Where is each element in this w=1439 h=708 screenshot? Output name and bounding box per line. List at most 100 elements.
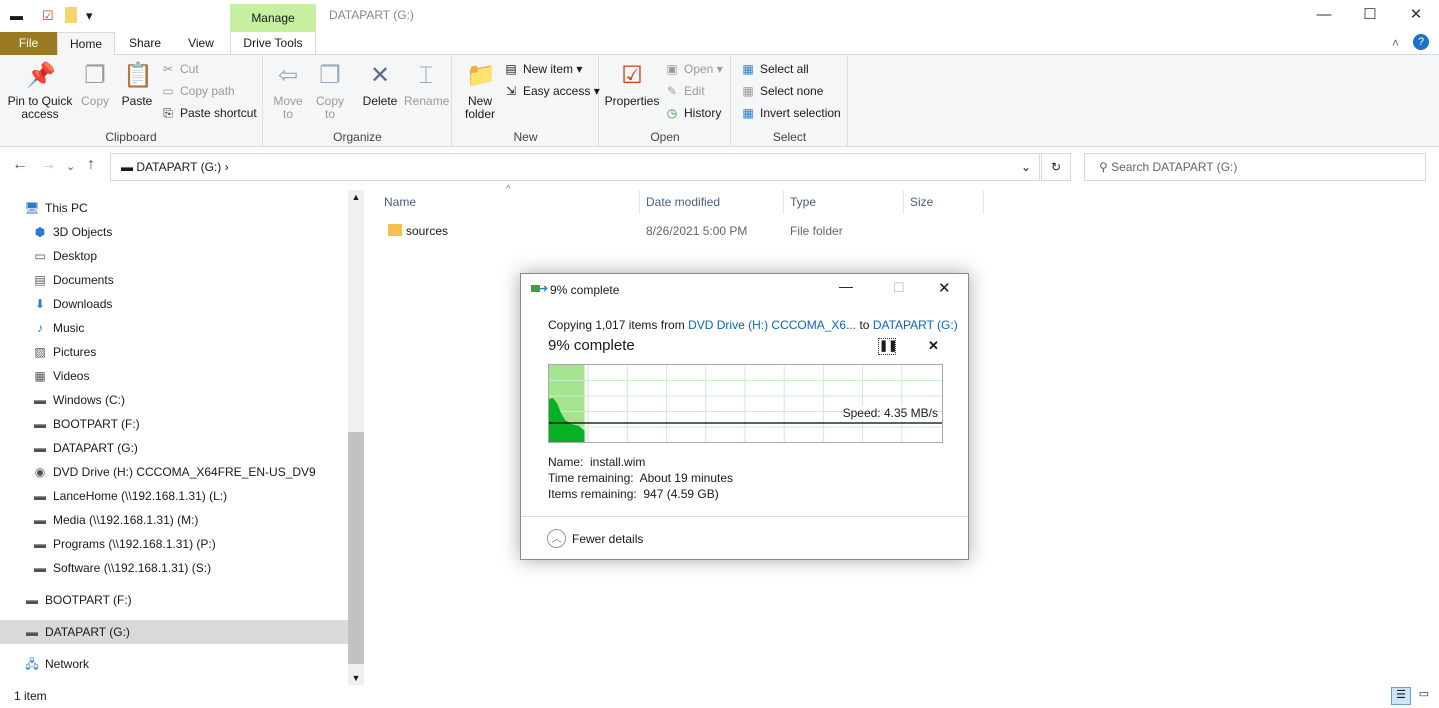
- network-drive-icon: ▬: [34, 489, 46, 503]
- nav-item[interactable]: ▬ BOOTPART (F:): [0, 588, 348, 612]
- scrollbar-thumb[interactable]: [348, 432, 364, 664]
- rename-button[interactable]: ⌶ Rename: [404, 61, 450, 108]
- forward-button[interactable]: →: [40, 156, 56, 174]
- up-button[interactable]: ↑: [87, 156, 95, 174]
- search-input[interactable]: ⚲ Search DATAPART (G:): [1084, 153, 1426, 181]
- chevron-right-icon[interactable]: ›: [225, 160, 229, 174]
- tab-file[interactable]: File: [0, 32, 57, 55]
- destination-link[interactable]: DATAPART (G:): [873, 318, 958, 332]
- move-to-button[interactable]: ⇦ Move to: [270, 61, 306, 121]
- rename-icon: ⌶: [418, 62, 434, 89]
- speed-label: Speed: 4.35 MB/s: [842, 406, 938, 420]
- delete-button[interactable]: ✕ Delete: [360, 61, 400, 108]
- search-placeholder: Search DATAPART (G:): [1111, 160, 1238, 174]
- fewer-details-button[interactable]: Fewer details: [572, 532, 643, 546]
- column-name[interactable]: Name: [378, 190, 640, 214]
- nav-item-label: BOOTPART (F:): [45, 593, 132, 607]
- source-link[interactable]: DVD Drive (H:) CCCOMA_X6...: [688, 318, 856, 332]
- nav-item[interactable]: ▬ Software (\\192.168.1.31) (S:): [0, 556, 348, 580]
- copy-button[interactable]: ❐ Copy: [78, 61, 112, 108]
- easy-access-button[interactable]: ⇲ Easy access ▾: [503, 81, 600, 101]
- nav-item-label: Downloads: [53, 297, 113, 311]
- edit-button[interactable]: ✎ Edit: [664, 81, 705, 101]
- nav-item[interactable]: ◉ DVD Drive (H:) CCCOMA_X64FRE_EN-US_DV9: [0, 460, 348, 484]
- network-drive-icon: ▬: [34, 537, 46, 551]
- new-folder-button[interactable]: 📁 New folder: [461, 61, 499, 121]
- invert-selection-label: Invert selection: [760, 106, 841, 120]
- breadcrumb-path[interactable]: DATAPART (G:): [136, 160, 221, 174]
- copy-to-button[interactable]: ❐ Copy to: [312, 61, 348, 121]
- nav-item[interactable]: 🖥 This PC: [0, 196, 348, 220]
- dialog-minimize-button[interactable]: —: [839, 278, 853, 294]
- invert-selection-button[interactable]: ▦ Invert selection: [740, 103, 841, 123]
- chevron-down-icon[interactable]: ⌄: [1021, 154, 1031, 180]
- open-button[interactable]: ▣ Open ▾: [664, 59, 722, 79]
- nav-item[interactable]: ▤ Documents: [0, 268, 348, 292]
- nav-item[interactable]: ⬇ Downloads: [0, 292, 348, 316]
- nav-item[interactable]: ▨ Pictures: [0, 340, 348, 364]
- properties-icon[interactable]: ☑: [42, 8, 54, 24]
- file-row[interactable]: sources 8/26/2021 5:00 PM File folder: [378, 219, 984, 243]
- new-folder-icon[interactable]: [65, 7, 77, 23]
- tab-drive-tools[interactable]: Drive Tools: [230, 32, 316, 55]
- customize-qat-icon[interactable]: ▾: [86, 8, 93, 24]
- tab-view[interactable]: View: [176, 32, 226, 55]
- progress-heading: 9% complete: [548, 337, 635, 354]
- column-size[interactable]: Size: [904, 190, 984, 214]
- select-all-button[interactable]: ▦ Select all: [740, 59, 808, 79]
- scroll-up-icon[interactable]: ▲: [348, 192, 364, 202]
- nav-item[interactable]: ▬ Programs (\\192.168.1.31) (P:): [0, 532, 348, 556]
- cut-button[interactable]: ✂ Cut: [160, 59, 199, 79]
- copy-path-button[interactable]: ▭ Copy path: [160, 81, 234, 101]
- nav-item[interactable]: ♪ Music: [0, 316, 348, 340]
- nav-item[interactable]: ▬ BOOTPART (F:): [0, 412, 348, 436]
- nav-item[interactable]: ▬ Media (\\192.168.1.31) (M:): [0, 508, 348, 532]
- clipboard-label: Clipboard: [105, 130, 157, 144]
- nav-item[interactable]: ▭ Desktop: [0, 244, 348, 268]
- address-bar[interactable]: ▬ DATAPART (G:) › ⌄: [110, 153, 1040, 181]
- copy-to-label: Copy to: [315, 94, 344, 121]
- minimize-button[interactable]: —: [1301, 0, 1347, 32]
- chevron-up-icon[interactable]: ︿: [547, 529, 566, 548]
- details-view-button[interactable]: ☰: [1391, 687, 1411, 705]
- open-label-group: Open: [650, 130, 680, 144]
- scroll-down-icon[interactable]: ▼: [348, 673, 364, 683]
- close-button[interactable]: ✕: [1393, 0, 1439, 32]
- nav-item[interactable]: ▬ Windows (C:): [0, 388, 348, 412]
- properties-button[interactable]: ☑ Properties: [604, 61, 660, 108]
- collapse-ribbon-icon[interactable]: ˄: [1392, 36, 1399, 50]
- maximize-button[interactable]: ☐: [1347, 0, 1393, 32]
- paste-shortcut-button[interactable]: ⎘ Paste shortcut: [160, 103, 257, 123]
- cancel-copy-button[interactable]: ✕: [928, 338, 939, 354]
- column-type[interactable]: Type: [784, 190, 904, 214]
- back-button[interactable]: ←: [12, 156, 28, 174]
- rename-label: Rename: [404, 94, 450, 108]
- new-item-button[interactable]: ▤ New item ▾: [503, 59, 582, 79]
- pin-button[interactable]: 📌 Pin to Quick access: [4, 61, 76, 121]
- tab-share[interactable]: Share: [120, 32, 170, 55]
- copying-text: Copying 1,017 items from: [548, 318, 685, 332]
- nav-item[interactable]: ⬢ 3D Objects: [0, 220, 348, 244]
- pause-button[interactable]: ❚❚: [878, 338, 897, 355]
- drive-icon: ▬: [34, 393, 46, 407]
- recent-locations-icon[interactable]: ⌄: [66, 160, 75, 173]
- dialog-close-button[interactable]: ✕: [938, 279, 951, 297]
- open-icon: ▣: [666, 62, 678, 76]
- help-icon[interactable]: ?: [1413, 34, 1429, 50]
- refresh-button[interactable]: ↻: [1041, 153, 1071, 181]
- nav-item[interactable]: ▬ LanceHome (\\192.168.1.31) (L:): [0, 484, 348, 508]
- nav-item[interactable]: 🖧 Network: [0, 652, 348, 676]
- pin-icon: 📌: [26, 62, 56, 89]
- select-none-button[interactable]: ▦ Select none: [740, 81, 823, 101]
- nav-item-label: Music: [53, 321, 85, 335]
- large-icons-view-button[interactable]: ▭: [1414, 687, 1434, 705]
- nav-item[interactable]: ▦ Videos: [0, 364, 348, 388]
- tab-home[interactable]: Home: [57, 32, 115, 56]
- nav-item[interactable]: ▬ DATAPART (G:): [0, 620, 348, 644]
- nav-item-label: Windows (C:): [53, 393, 126, 407]
- paste-button[interactable]: 📋 Paste: [118, 61, 156, 108]
- nav-item[interactable]: ▬ DATAPART (G:): [0, 436, 348, 460]
- history-button[interactable]: ◷ History: [664, 103, 722, 123]
- column-date-modified[interactable]: Date modified: [640, 190, 784, 214]
- drive-icon: ▬: [10, 8, 23, 23]
